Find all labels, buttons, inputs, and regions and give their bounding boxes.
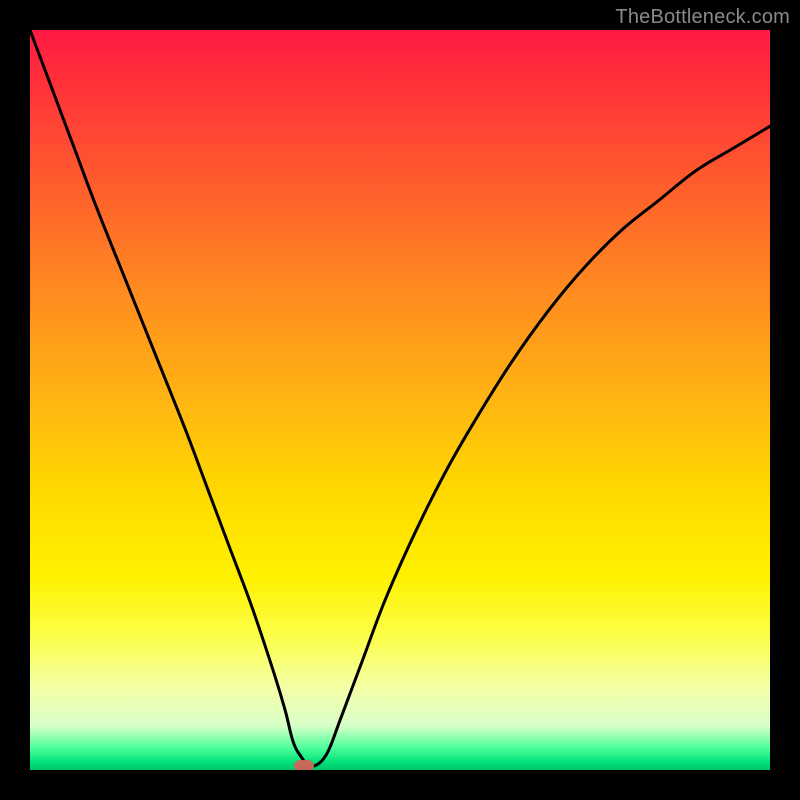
chart-frame: TheBottleneck.com (0, 0, 800, 800)
minimum-marker (294, 760, 314, 770)
watermark-text: TheBottleneck.com (615, 6, 790, 29)
plot-area (30, 30, 770, 770)
bottleneck-curve (30, 30, 770, 766)
curve-svg (30, 30, 770, 770)
